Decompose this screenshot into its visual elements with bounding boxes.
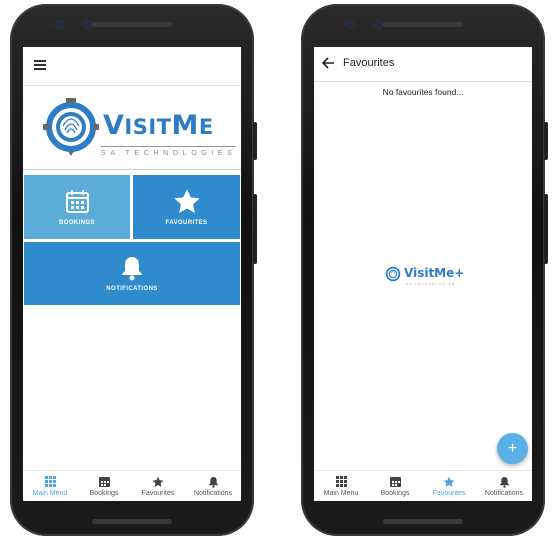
fingerprint-logo-icon (385, 266, 401, 282)
volume-button (253, 194, 257, 264)
main-menu-screen: VISITME SA TECHNOLOGIES BOOKINGS FAVOURI… (23, 47, 241, 501)
bottom-speaker (92, 519, 172, 524)
nav-label: Favourites (432, 490, 466, 497)
back-arrow-icon[interactable] (322, 57, 335, 69)
nav-favourites[interactable]: Favourites (131, 475, 185, 497)
camera-icon (84, 21, 91, 28)
app-bar: Favourites (314, 47, 532, 82)
logo-banner: VISITME SA TECHNOLOGIES (23, 86, 241, 170)
star-icon (174, 189, 200, 214)
nav-label: Bookings (89, 490, 119, 497)
add-favourite-button[interactable]: + (497, 433, 528, 464)
nav-main-menu[interactable]: Main Menu (314, 475, 368, 497)
nav-favourites[interactable]: Favourites (422, 475, 476, 497)
notifications-tile-label: NOTIFICATIONS (106, 286, 158, 292)
bell-icon (499, 476, 509, 488)
bottom-speaker (383, 519, 463, 524)
grid-icon (44, 476, 56, 487)
bell-icon (122, 257, 142, 281)
camera-icon (56, 21, 63, 28)
favourites-screen: Favourites No favourites found... VisitM… (314, 47, 532, 501)
camera-icon (375, 21, 382, 28)
calendar-icon (66, 190, 89, 213)
page-title: Favourites (343, 57, 395, 69)
calendar-icon (98, 477, 110, 487)
star-icon (152, 476, 164, 487)
notifications-tile[interactable]: NOTIFICATIONS (24, 242, 240, 305)
phone-frame-right: Favourites No favourites found... VisitM… (301, 4, 548, 536)
bell-icon (208, 476, 218, 488)
power-button (544, 122, 548, 160)
nav-bookings[interactable]: Bookings (77, 475, 131, 497)
nav-label: Notifications (193, 490, 233, 497)
nav-label: Main Menu (323, 490, 359, 497)
fingerprint-logo-icon (43, 98, 99, 156)
bottom-navigation: Main Menu Bookings Favourites Notificati… (23, 470, 241, 501)
star-icon (443, 476, 455, 487)
grid-icon (335, 476, 347, 487)
empty-state-message: No favourites found... (382, 87, 464, 97)
bookings-tile-label: BOOKINGS (59, 220, 95, 226)
power-button (253, 122, 257, 160)
bottom-navigation: Main Menu Bookings Favourites Notificati… (314, 470, 532, 501)
nav-label: Notifications (484, 490, 524, 497)
speaker-grille (383, 22, 463, 27)
app-bar (23, 47, 241, 86)
center-logo-subtitle: SA TECHNOLOGIES (406, 282, 456, 286)
logo-subtitle: SA TECHNOLOGIES (101, 146, 237, 157)
calendar-icon (389, 477, 401, 487)
favourites-tile-label: FAVOURITES (165, 220, 208, 226)
nav-label: Bookings (380, 490, 410, 497)
volume-button (544, 194, 548, 264)
camera-icon (347, 21, 354, 28)
speaker-grille (92, 22, 172, 27)
nav-notifications[interactable]: Notifications (186, 475, 240, 497)
nav-bookings[interactable]: Bookings (368, 475, 422, 497)
nav-main-menu[interactable]: Main Menu (23, 475, 77, 497)
nav-label: Main Menu (32, 490, 68, 497)
nav-label: Favourites (141, 490, 175, 497)
menu-icon[interactable] (34, 60, 46, 70)
logo-title: VISITME (103, 110, 214, 141)
phone-frame-left: VISITME SA TECHNOLOGIES BOOKINGS FAVOURI… (10, 4, 257, 536)
favourites-tile[interactable]: FAVOURITES (133, 175, 240, 239)
center-logo-title: VisitMe+ (404, 266, 465, 280)
nav-notifications[interactable]: Notifications (477, 475, 531, 497)
bookings-tile[interactable]: BOOKINGS (24, 175, 130, 239)
